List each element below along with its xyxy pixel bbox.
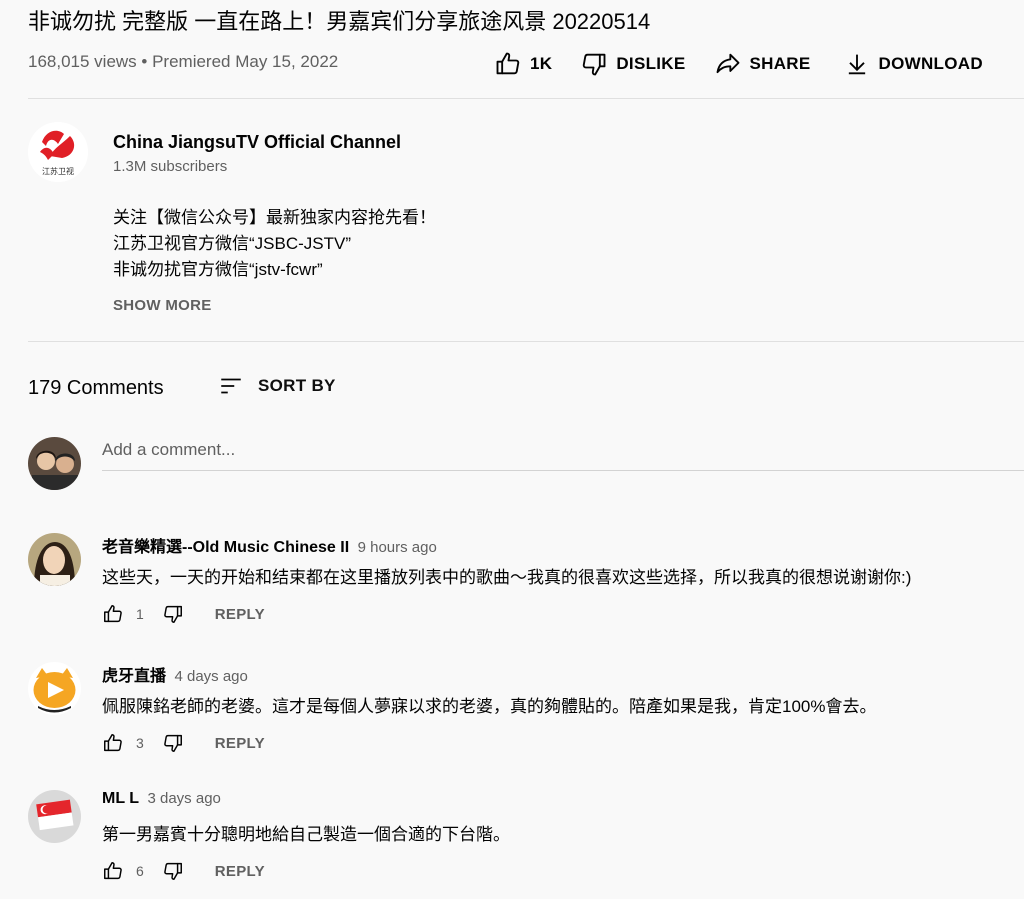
comment-toolbar: 6 REPLY xyxy=(102,860,265,882)
comment-toolbar: 1 REPLY xyxy=(102,603,265,625)
comment-like-count: 3 xyxy=(136,735,144,751)
reply-button[interactable]: REPLY xyxy=(215,863,265,880)
video-title: 非诚勿扰 完整版 一直在路上！男嘉宾们分享旅途风景 20220514 xyxy=(28,9,651,34)
thumbs-up-icon[interactable] xyxy=(102,860,124,882)
comment-time[interactable]: 9 hours ago xyxy=(358,539,437,556)
download-button[interactable]: DOWNLOAD xyxy=(843,50,983,78)
sort-by-button[interactable]: SORT BY xyxy=(218,373,336,399)
show-more-button[interactable]: SHOW MORE xyxy=(113,297,212,314)
divider xyxy=(28,98,1024,99)
thumbs-down-icon xyxy=(583,53,606,76)
thumbs-down-icon[interactable] xyxy=(162,860,184,882)
comment-like-count: 6 xyxy=(136,863,144,879)
comment-text: 这些天，一天的开始和结束都在这里播放列表中的歌曲〜我真的很喜欢这些选择，所以我真… xyxy=(102,568,912,587)
share-label: SHARE xyxy=(749,54,811,73)
channel-logo-text: 江苏卫视 xyxy=(42,166,74,176)
video-actions: 1K DISLIKE SHARE DOWNLOAD xyxy=(494,49,983,79)
download-label: DOWNLOAD xyxy=(878,54,983,73)
commenter-avatar[interactable] xyxy=(28,662,81,715)
comments-count: 179 Comments xyxy=(28,377,164,399)
comment-time[interactable]: 4 days ago xyxy=(174,668,247,685)
comment-author[interactable]: ML L xyxy=(102,790,139,807)
thumbs-up-icon[interactable] xyxy=(102,732,124,754)
reply-button[interactable]: REPLY xyxy=(215,606,265,623)
comment-like-count: 1 xyxy=(136,606,144,622)
comment-toolbar: 3 REPLY xyxy=(102,732,265,754)
commenter-avatar[interactable] xyxy=(28,533,81,586)
thumbs-up-icon[interactable] xyxy=(102,603,124,625)
dislike-label: DISLIKE xyxy=(616,54,686,73)
channel-avatar[interactable]: 江苏卫视 xyxy=(28,122,88,182)
subscriber-count: 1.3M subscribers xyxy=(113,158,228,175)
video-meta: 168,015 views • Premiered May 15, 2022 xyxy=(28,52,339,71)
add-comment-input[interactable]: Add a comment... xyxy=(102,440,235,460)
user-avatar[interactable] xyxy=(28,437,81,490)
comment-input-underline xyxy=(102,470,1024,471)
download-icon xyxy=(848,54,865,75)
like-button[interactable]: 1K xyxy=(494,50,552,78)
commenter-avatar[interactable] xyxy=(28,790,81,843)
thumbs-down-icon[interactable] xyxy=(162,732,184,754)
share-icon xyxy=(716,53,739,74)
reply-button[interactable]: REPLY xyxy=(215,735,265,752)
divider xyxy=(28,341,1024,342)
comment-text: 第一男嘉賓十分聰明地給自己製造一個合適的下台階。 xyxy=(102,825,510,844)
comment-author[interactable]: 老音樂精選--Old Music Chinese II xyxy=(102,539,349,556)
thumbs-up-icon xyxy=(496,52,520,75)
channel-name[interactable]: China JiangsuTV Official Channel xyxy=(113,132,401,153)
comment-time[interactable]: 3 days ago xyxy=(147,790,220,807)
sort-icon xyxy=(221,378,241,394)
description-line: 非诚勿扰官方微信“jstv-fcwr” xyxy=(113,260,323,279)
share-button[interactable]: SHARE xyxy=(714,50,811,78)
dislike-button[interactable]: DISLIKE xyxy=(580,50,685,78)
comment-text: 佩服陳銘老師的老婆。這才是每個人夢寐以求的老婆，真的夠體貼的。陪產如果是我，肯定… xyxy=(102,697,877,716)
sort-label: SORT BY xyxy=(258,376,336,395)
like-count: 1K xyxy=(530,54,553,73)
thumbs-down-icon[interactable] xyxy=(162,603,184,625)
description-line: 关注【微信公众号】最新独家内容抢先看！ xyxy=(113,208,436,227)
comment-author[interactable]: 虎牙直播 xyxy=(102,668,166,685)
video-description: 关注【微信公众号】最新独家内容抢先看！ 江苏卫视官方微信“JSBC-JSTV” … xyxy=(113,205,436,283)
description-line: 江苏卫视官方微信“JSBC-JSTV” xyxy=(113,234,351,253)
